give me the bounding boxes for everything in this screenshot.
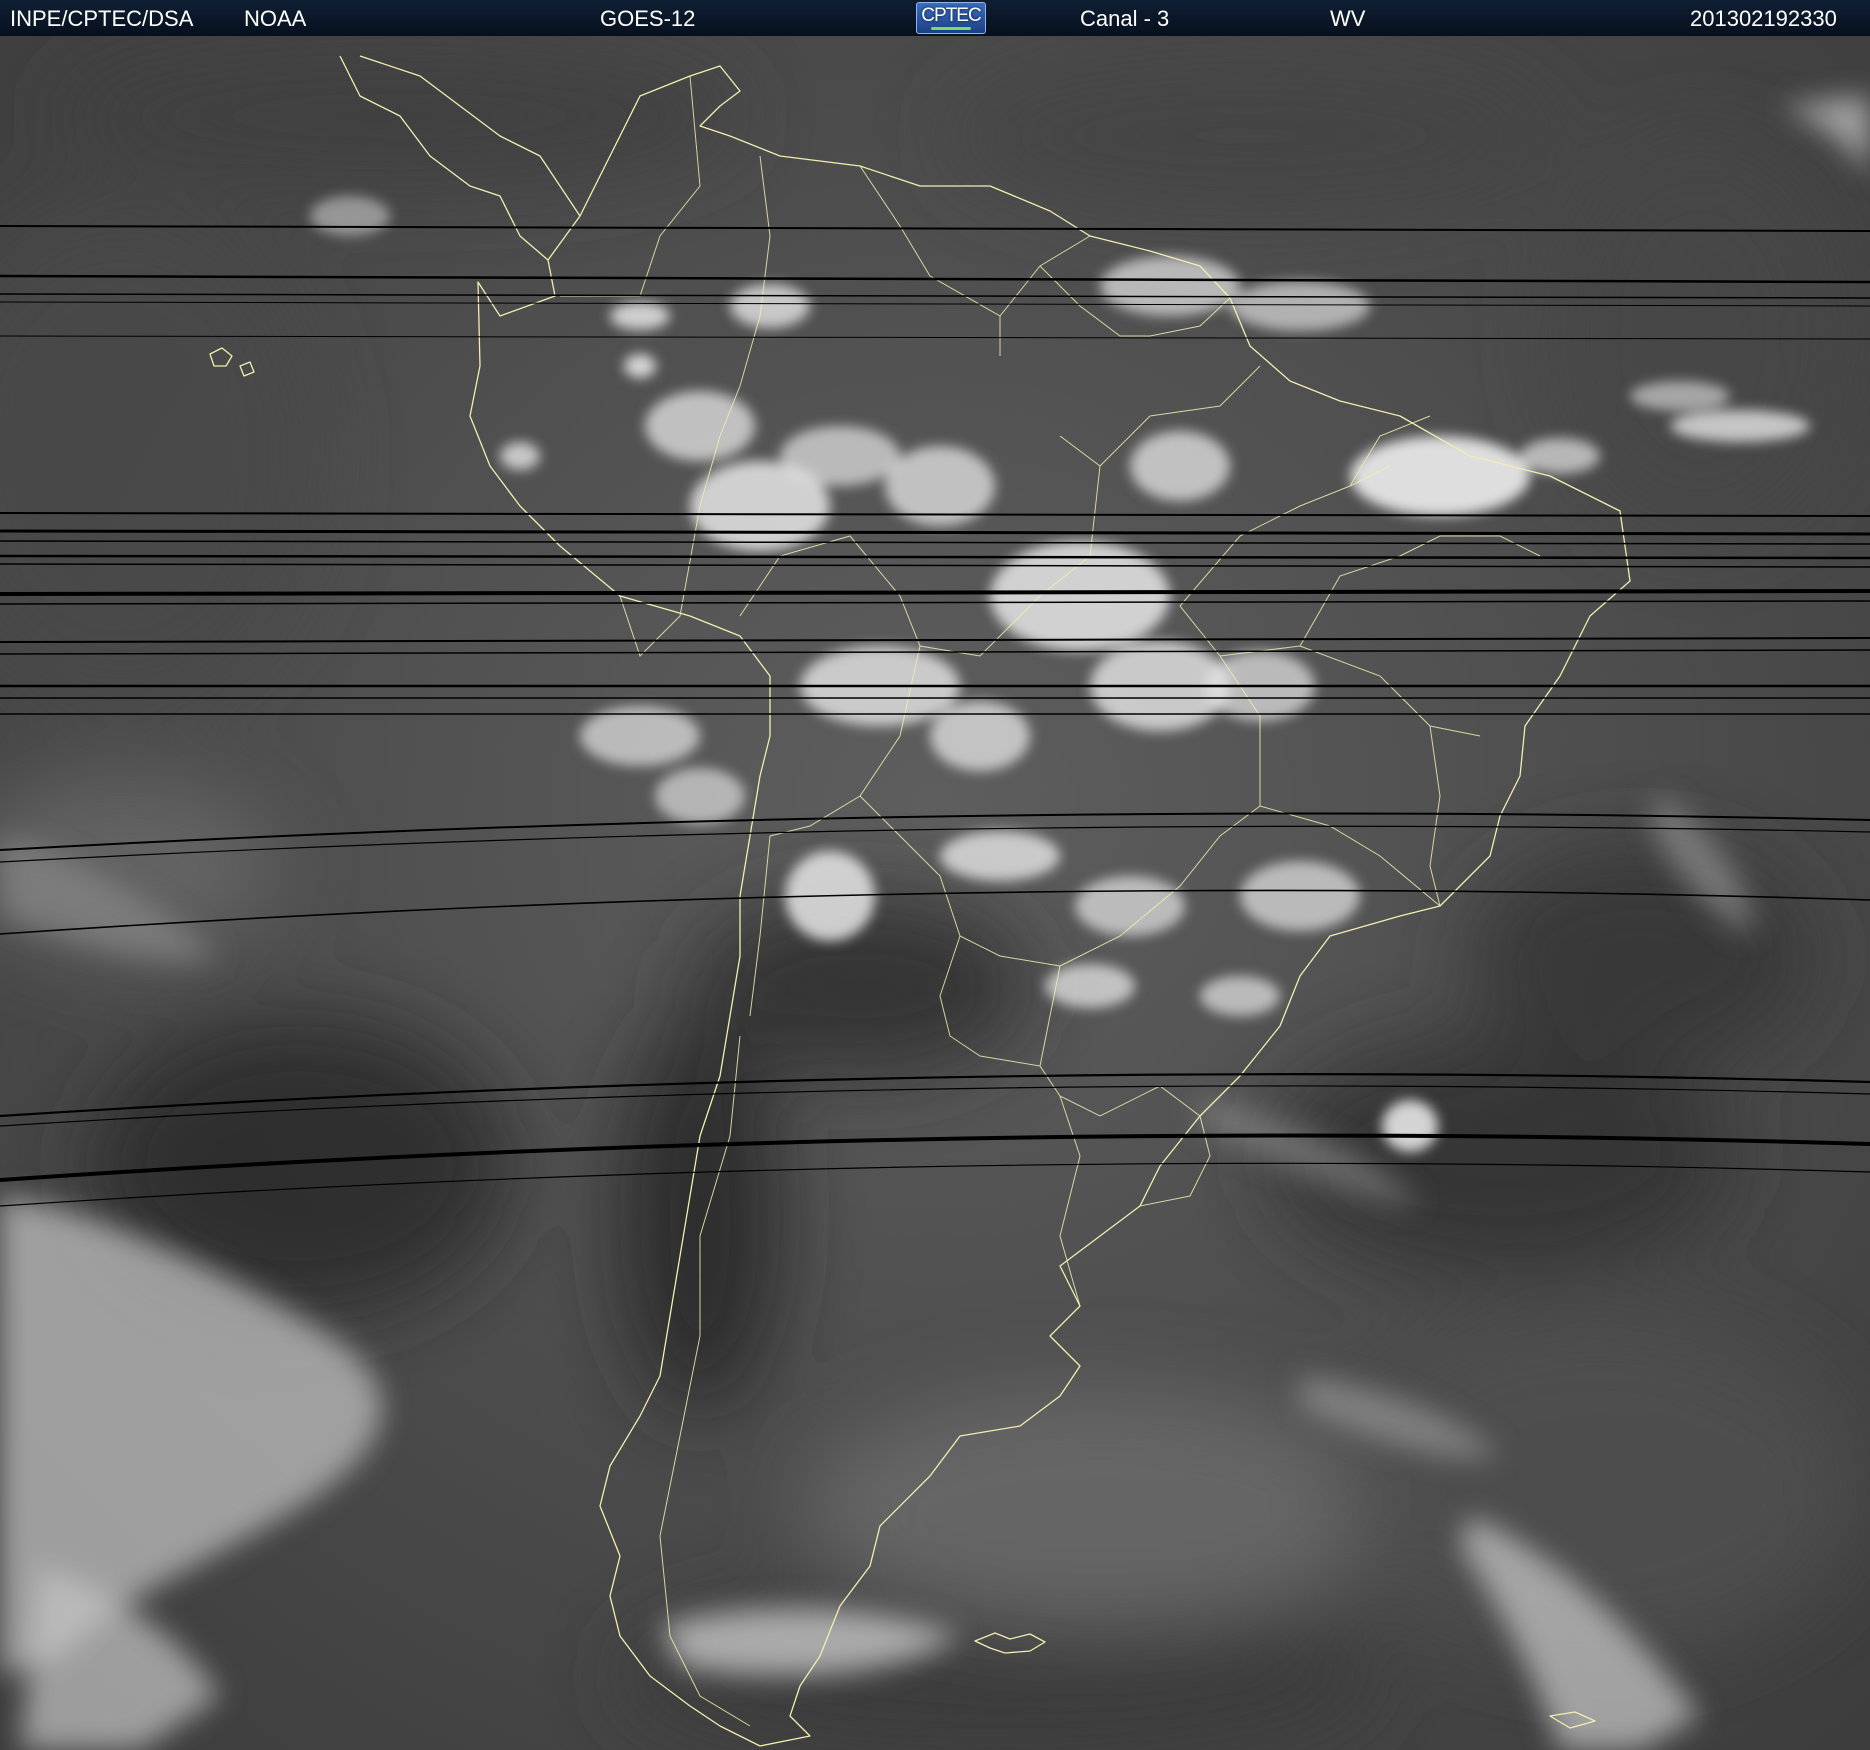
satellite-image	[0, 36, 1870, 1750]
timestamp-label: 201302192330	[1690, 6, 1837, 31]
agency-label: NOAA	[244, 6, 307, 31]
image-header-bar: INPE/CPTEC/DSA NOAA GOES-12 CPTEC Canal …	[0, 0, 1870, 36]
cptec-logo-text: CPTEC	[921, 5, 981, 26]
satellite-label: GOES-12	[600, 6, 696, 31]
band-label: WV	[1330, 6, 1366, 31]
channel-label: Canal - 3	[1080, 6, 1170, 31]
institution-label: INPE/CPTEC/DSA	[10, 6, 194, 31]
cptec-logo: CPTEC	[916, 2, 986, 34]
